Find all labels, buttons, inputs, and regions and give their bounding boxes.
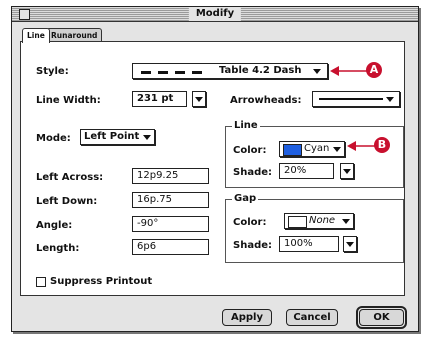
chevron-down-icon — [386, 97, 394, 102]
gap-shade-label: Shade: — [233, 240, 273, 251]
style-value: Table 4.2 Dash — [219, 65, 302, 76]
gap-group-title: Gap — [232, 193, 259, 205]
callout-a-arrow — [330, 66, 371, 76]
tab-runaround[interactable]: Runaround — [46, 28, 103, 42]
chevron-down-icon — [343, 169, 351, 174]
dash-preview-segment — [175, 71, 185, 74]
gap-group: Gap — [225, 193, 404, 263]
line-width-label: Line Width: — [36, 95, 101, 106]
line-color-value: Cyan — [304, 143, 330, 154]
gap-shade-field[interactable]: 100% — [279, 236, 339, 252]
ok-button[interactable]: OK — [359, 309, 404, 326]
arrowheads-label: Arrowheads: — [230, 95, 302, 106]
line-shade-label: Shade: — [233, 167, 273, 178]
tab-line[interactable]: Line — [22, 28, 50, 43]
line-shade-popup[interactable] — [340, 163, 354, 179]
line-width-field[interactable]: 231 pt — [132, 91, 187, 107]
chevron-down-icon — [346, 242, 354, 247]
length-label: Length: — [36, 243, 80, 254]
apply-button[interactable]: Apply — [222, 309, 272, 326]
chevron-down-icon — [313, 69, 321, 74]
line-color-label: Color: — [233, 145, 267, 156]
title-bar[interactable]: Modify — [12, 7, 418, 22]
gap-color-value: None — [309, 215, 336, 226]
line-group-title: Line — [232, 120, 260, 132]
chevron-down-icon — [195, 97, 203, 102]
cyan-swatch — [283, 144, 302, 156]
chevron-down-icon — [342, 219, 350, 224]
arrowhead-line-preview — [319, 98, 383, 100]
dash-preview-segment — [192, 71, 202, 74]
none-swatch — [288, 216, 307, 228]
line-shade-field[interactable]: 20% — [279, 163, 334, 179]
gap-shade-popup[interactable] — [343, 236, 357, 252]
angle-label: Angle: — [36, 220, 73, 231]
left-across-label: Left Across: — [36, 172, 104, 183]
dialog-title: Modify — [188, 7, 242, 21]
callout-b-arrow — [347, 141, 376, 151]
arrowheads-popup[interactable] — [312, 91, 400, 107]
callout-b: B — [374, 137, 390, 153]
line-width-popup[interactable] — [192, 91, 206, 107]
chevron-down-icon — [333, 147, 341, 152]
line-color-popup[interactable]: Cyan — [279, 141, 345, 157]
close-box[interactable] — [19, 9, 30, 20]
angle-field[interactable]: -90° — [132, 216, 209, 232]
dash-preview-segment — [158, 71, 168, 74]
left-down-field[interactable]: 16p.75 — [132, 192, 209, 208]
mode-popup[interactable]: Left Point — [80, 129, 155, 145]
chevron-down-icon — [143, 135, 151, 140]
mode-value: Left Point — [84, 131, 140, 142]
dash-preview-segment — [141, 71, 151, 74]
callout-a: A — [366, 62, 382, 78]
suppress-printout-checkbox[interactable] — [36, 277, 46, 287]
style-popup[interactable]: Table 4.2 Dash — [132, 63, 328, 79]
left-down-label: Left Down: — [36, 196, 98, 207]
length-field[interactable]: 6p6 — [132, 239, 209, 255]
gap-color-label: Color: — [233, 217, 267, 228]
mode-label: Mode: — [36, 133, 71, 144]
suppress-printout-label: Suppress Printout — [50, 276, 153, 287]
style-label: Style: — [36, 66, 69, 77]
cancel-button[interactable]: Cancel — [286, 309, 338, 326]
gap-color-popup[interactable]: None — [284, 213, 354, 229]
left-across-field[interactable]: 12p9.25 — [132, 168, 209, 184]
